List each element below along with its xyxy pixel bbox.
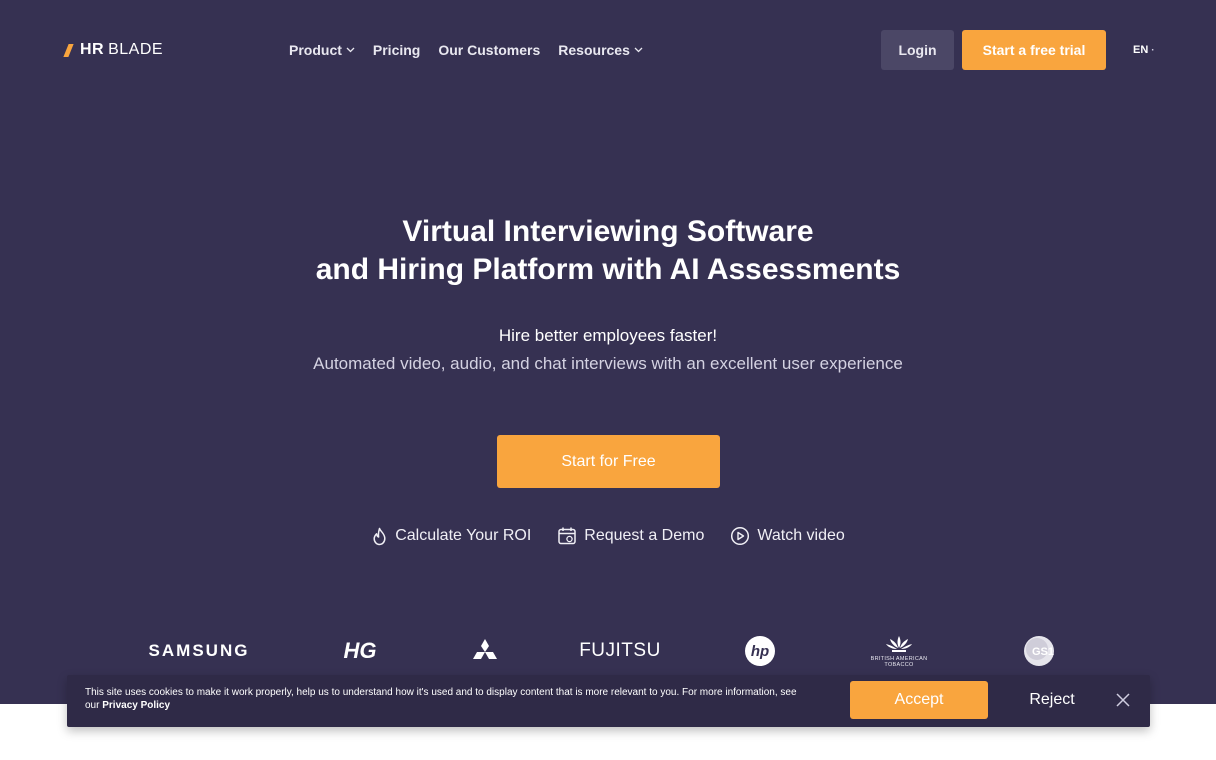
hg-logo: HG — [343, 638, 377, 663]
nav-item-product[interactable]: Product — [289, 42, 355, 58]
nav-item-resources[interactable]: Resources — [558, 42, 643, 58]
flame-icon — [371, 527, 388, 546]
calculate-roi-link[interactable]: Calculate Your ROI — [371, 527, 531, 546]
calendar-icon — [557, 526, 577, 546]
main-nav: Product Pricing Our Customers Resources — [289, 40, 661, 60]
logo-text-bold: HR — [80, 41, 105, 58]
headline-line-2: and Hiring Platform with AI Assessments — [315, 253, 901, 286]
play-circle-icon — [730, 526, 750, 546]
nav-item-label: Resources — [558, 42, 630, 58]
hero-subtitle: Hire better employees faster! — [498, 326, 718, 345]
hero-description: Automated video, audio, and chat intervi… — [313, 354, 903, 373]
close-icon[interactable] — [1113, 690, 1133, 710]
chevron-down-icon — [634, 47, 643, 53]
watch-video-label: Watch video — [757, 527, 845, 544]
hero-headline: Virtual Interviewing Software and Hiring… — [208, 213, 1008, 289]
start-free-trial-button[interactable]: Start a free trial — [962, 30, 1106, 70]
fujitsu-logo: FUJITSU — [579, 640, 661, 661]
accept-cookies-button[interactable]: Accept — [850, 681, 988, 719]
privacy-policy-link[interactable]: Privacy Policy — [102, 700, 170, 711]
hp-logo-text: hp — [751, 643, 769, 660]
language-selector[interactable]: EN · — [1133, 40, 1155, 60]
gs1-logo: GS1 — [1018, 626, 1070, 676]
hero-section: HR BLADE Product Pricing Our Customers R… — [0, 0, 1216, 704]
headline-line-1: Virtual Interviewing Software — [402, 215, 814, 248]
watch-video-link[interactable]: Watch video — [730, 526, 845, 546]
gs1-logo-text: GS1 — [1032, 646, 1054, 658]
british-american-tobacco-logo: BRITISH AMERICAN TOBACCO — [854, 626, 944, 676]
logo-slash-mark — [63, 43, 74, 57]
cookie-text: This site uses cookies to make it work p… — [85, 686, 805, 712]
cookie-banner: This site uses cookies to make it work p… — [67, 675, 1150, 727]
calculate-roi-label: Calculate Your ROI — [395, 527, 532, 544]
reject-cookies-button[interactable]: Reject — [1017, 681, 1087, 719]
nav-item-label: Product — [289, 42, 342, 58]
request-demo-link[interactable]: Request a Demo — [557, 526, 704, 546]
chevron-down-icon — [346, 47, 355, 53]
nav-item-label: Pricing — [372, 42, 421, 58]
nav-item-pricing[interactable]: Pricing — [373, 42, 420, 58]
nav-item-our-customers[interactable]: Our Customers — [438, 42, 540, 58]
bat-text: BRITISH AMERICAN TOBACCO — [871, 656, 928, 668]
samsung-logo: SAMSUNG — [148, 641, 250, 660]
start-for-free-button[interactable]: Start for Free — [497, 435, 720, 488]
request-demo-label: Request a Demo — [584, 527, 705, 544]
logo-text-light: BLADE — [108, 41, 164, 58]
language-label: EN — [1133, 44, 1149, 56]
client-logos: SAMSUNG HG FUJITSU hp BRITISH AMERICAN T… — [120, 626, 1096, 676]
hero-secondary-links: Calculate Your ROI Request a Demo Watch … — [208, 524, 1008, 548]
login-button[interactable]: Login — [881, 30, 954, 70]
hp-logo: hp — [732, 626, 788, 676]
chevron-down-icon: · — [1151, 44, 1155, 56]
nav-item-label: Our Customers — [438, 42, 541, 58]
hrblade-logo[interactable]: HR BLADE — [63, 40, 164, 60]
bat-line-2: TOBACCO — [884, 662, 914, 668]
cookie-message: This site uses cookies to make it work p… — [85, 687, 797, 711]
mitsubishi-logo — [460, 626, 510, 676]
